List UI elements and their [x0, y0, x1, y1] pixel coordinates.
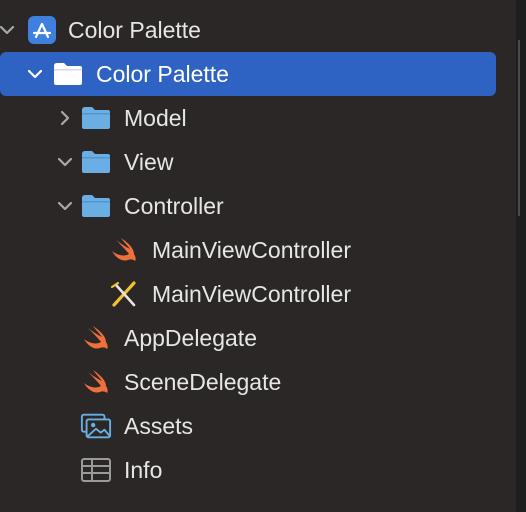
nav-item-label: AppDelegate	[124, 324, 257, 351]
nav-item-file-mainviewcontroller-swift[interactable]: MainViewController	[0, 228, 516, 272]
nav-item-label: Assets	[124, 412, 194, 439]
folder-icon	[80, 192, 112, 220]
scrollbar-thumb[interactable]	[518, 40, 520, 216]
nav-item-project[interactable]: Color Palette	[0, 8, 516, 52]
nav-item-group-view[interactable]: View	[0, 140, 516, 184]
swift-file-icon	[80, 368, 112, 396]
nav-item-label: Controller	[124, 192, 224, 219]
interface-builder-icon	[108, 280, 140, 308]
xcode-project-icon	[26, 16, 58, 44]
nav-item-label: MainViewController	[152, 236, 351, 263]
nav-item-label: Info	[124, 456, 163, 483]
chevron-down-icon[interactable]	[56, 153, 74, 171]
plist-icon	[80, 456, 112, 484]
pane-splitter[interactable]	[516, 0, 526, 512]
nav-item-file-assets[interactable]: Assets	[0, 404, 516, 448]
nav-item-label: Model	[124, 104, 187, 131]
project-navigator: Color Palette Color Palette Model View C…	[0, 0, 516, 512]
nav-item-file-mainviewcontroller-xib[interactable]: MainViewController	[0, 272, 516, 316]
nav-item-label: SceneDelegate	[124, 368, 282, 395]
folder-icon	[80, 104, 112, 132]
nav-item-label: View	[124, 148, 174, 175]
nav-item-file-info[interactable]: Info	[0, 448, 516, 492]
swift-file-icon	[108, 236, 140, 264]
nav-item-file-appdelegate[interactable]: AppDelegate	[0, 316, 516, 360]
nav-item-label: MainViewController	[152, 280, 351, 307]
nav-item-label: Color Palette	[68, 16, 201, 43]
swift-file-icon	[80, 324, 112, 352]
nav-item-group-controller[interactable]: Controller	[0, 184, 516, 228]
asset-catalog-icon	[80, 412, 112, 440]
folder-icon	[80, 148, 112, 176]
folder-icon	[52, 60, 84, 88]
nav-item-group-color-palette[interactable]: Color Palette	[0, 52, 496, 96]
nav-item-label: Color Palette	[96, 60, 229, 87]
chevron-down-icon[interactable]	[0, 21, 16, 39]
chevron-right-icon[interactable]	[56, 109, 74, 127]
nav-item-file-scenedelegate[interactable]: SceneDelegate	[0, 360, 516, 404]
nav-item-group-model[interactable]: Model	[0, 96, 516, 140]
chevron-down-icon[interactable]	[26, 65, 44, 83]
chevron-down-icon[interactable]	[56, 197, 74, 215]
